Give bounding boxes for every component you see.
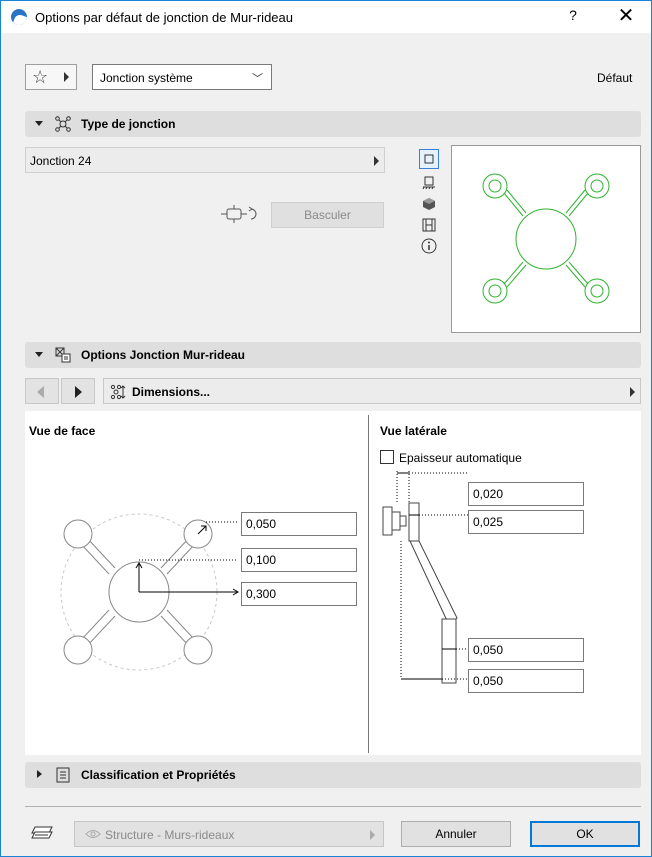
film-icon xyxy=(422,218,436,232)
expand-triangle-icon xyxy=(35,121,43,126)
junction-preview-drawing xyxy=(482,173,610,304)
previous-page-button[interactable] xyxy=(25,378,59,404)
layer-select-value: Structure - Murs-rideaux xyxy=(105,828,235,842)
section-view-button[interactable] xyxy=(419,173,439,193)
close-button[interactable]: ✕ xyxy=(613,4,639,28)
side-field-thickness[interactable]: 0,025 xyxy=(468,510,584,534)
swap-icon xyxy=(221,205,257,223)
help-button[interactable]: ? xyxy=(563,7,583,27)
arrow-right-icon xyxy=(370,830,375,840)
front-field-distance[interactable]: 0,300 xyxy=(241,582,357,606)
layer-icon xyxy=(31,826,53,839)
page-label: Dimensions... xyxy=(132,385,211,399)
ok-button[interactable]: OK xyxy=(530,821,640,847)
settings-select[interactable]: Jonction système ﹀ xyxy=(92,64,272,90)
3d-view-icon xyxy=(423,198,435,210)
auto-thickness-checkbox[interactable] xyxy=(380,450,394,464)
side-field-depth[interactable]: 0,050 xyxy=(468,638,584,662)
side-view-title: Vue latérale xyxy=(380,424,447,438)
info-icon xyxy=(421,238,437,254)
settings-select-value: Jonction système xyxy=(100,71,193,85)
section-options-header[interactable]: Options Jonction Mur-rideau xyxy=(25,342,641,368)
archicad-logo-icon xyxy=(11,9,27,25)
page-select[interactable]: Dimensions... xyxy=(103,378,641,404)
section-classification-title: Classification et Propriétés xyxy=(81,768,236,782)
swap-button[interactable]: Basculer xyxy=(271,202,384,228)
eye-icon xyxy=(85,830,101,838)
star-icon: ☆ xyxy=(32,67,49,87)
classification-icon xyxy=(56,767,70,783)
3d-view-button[interactable] xyxy=(419,194,439,214)
info-button[interactable] xyxy=(419,236,439,256)
section-classification-header[interactable]: Classification et Propriétés xyxy=(25,762,641,788)
footer-separator xyxy=(25,806,641,807)
panel-divider xyxy=(368,415,369,753)
section-options-title: Options Jonction Mur-rideau xyxy=(81,348,245,362)
expand-triangle-icon xyxy=(35,352,43,357)
section-type-title: Type de jonction xyxy=(81,117,176,131)
junction-preview xyxy=(451,145,641,333)
arrow-right-icon xyxy=(630,387,635,397)
side-field-offset[interactable]: 0,050 xyxy=(468,669,584,693)
chevron-down-icon: ﹀ xyxy=(252,73,263,85)
dialog-window: Options par défaut de jonction de Mur-ri… xyxy=(0,0,652,857)
cancel-button[interactable]: Annuler xyxy=(401,821,511,847)
front-field-radius[interactable]: 0,100 xyxy=(241,548,357,572)
favorites-button[interactable]: ☆ xyxy=(25,64,77,90)
next-page-button[interactable] xyxy=(61,378,95,404)
section-view-icon xyxy=(422,176,435,190)
arrow-left-icon xyxy=(37,386,44,398)
side-field-gap[interactable]: 0,020 xyxy=(468,482,584,506)
front-field-small-radius[interactable]: 0,050 xyxy=(241,512,357,536)
side-view-drawing xyxy=(382,471,469,684)
junction-type-select[interactable]: Jonction 24 xyxy=(25,147,385,173)
arrow-right-icon xyxy=(374,156,379,166)
film-view-button[interactable] xyxy=(419,215,439,235)
dimensions-icon xyxy=(110,384,126,400)
default-label: Défaut xyxy=(597,71,633,85)
section-type-header[interactable]: Type de jonction xyxy=(25,111,641,137)
options-icon xyxy=(55,347,71,363)
front-view-drawing xyxy=(60,513,239,671)
junction-type-value: Jonction 24 xyxy=(30,154,92,168)
plan-view-button[interactable] xyxy=(419,149,439,169)
title-bar: Options par défaut de jonction de Mur-ri… xyxy=(1,1,651,33)
collapse-triangle-icon xyxy=(37,770,42,778)
arrow-right-icon xyxy=(64,72,69,82)
window-title: Options par défaut de jonction de Mur-ri… xyxy=(35,10,293,25)
junction-type-icon xyxy=(55,116,71,132)
layer-select[interactable]: Structure - Murs-rideaux xyxy=(74,821,384,847)
page-navigation: Dimensions... xyxy=(25,378,641,404)
front-view-title: Vue de face xyxy=(29,424,96,438)
plan-view-icon xyxy=(424,154,434,164)
arrow-right-icon xyxy=(75,386,82,398)
